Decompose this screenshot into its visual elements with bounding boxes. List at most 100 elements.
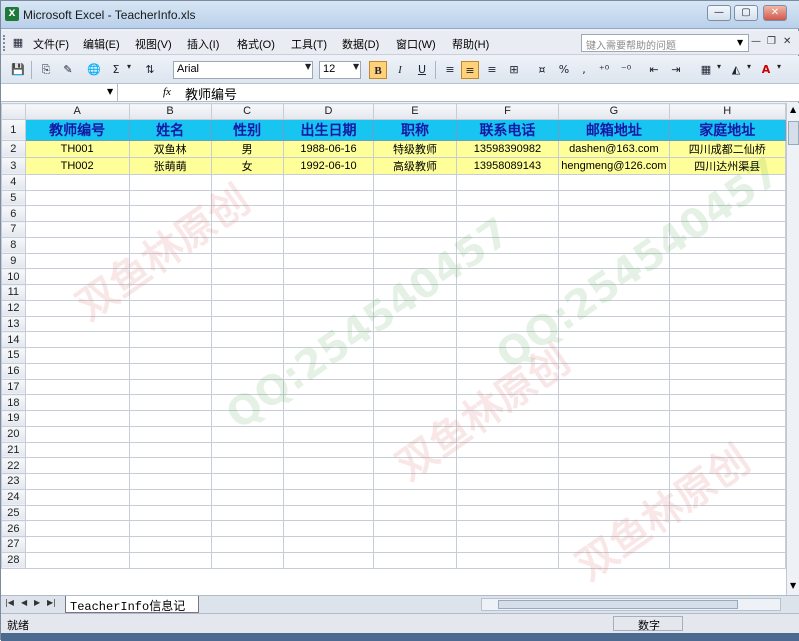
next-sheet-icon[interactable]: ▶: [34, 598, 40, 607]
row-header[interactable]: 14: [1, 331, 26, 348]
autosum-icon[interactable]: Σ: [107, 61, 125, 79]
increase-indent-icon[interactable]: ⇥: [667, 61, 685, 79]
cell[interactable]: [128, 536, 212, 553]
cell[interactable]: [558, 236, 670, 254]
borders-dropdown-icon[interactable]: ▾: [717, 62, 721, 71]
decrease-decimal-icon[interactable]: ⁻⁰: [617, 61, 635, 79]
minimize-button[interactable]: —: [707, 5, 731, 21]
cell[interactable]: [455, 347, 560, 364]
name-box-dropdown-icon[interactable]: ▼: [107, 87, 113, 96]
cell[interactable]: [455, 268, 560, 285]
cell[interactable]: [558, 284, 670, 301]
cell[interactable]: 1992-06-10: [282, 156, 375, 175]
fill-color-icon[interactable]: ◭: [727, 61, 745, 79]
cell[interactable]: [558, 205, 670, 222]
format-painter-icon[interactable]: ✎: [59, 61, 77, 79]
cell[interactable]: [282, 221, 375, 238]
cell[interactable]: [668, 425, 786, 443]
cell[interactable]: [668, 488, 786, 506]
underline-button[interactable]: U: [413, 61, 431, 79]
cell[interactable]: [128, 284, 212, 301]
cell[interactable]: [210, 268, 284, 285]
row-header[interactable]: 17: [1, 378, 26, 396]
cell[interactable]: [455, 488, 560, 506]
row-header[interactable]: 10: [1, 268, 26, 285]
row-header[interactable]: 6: [1, 205, 26, 222]
cell[interactable]: [373, 394, 457, 411]
cell[interactable]: [210, 520, 284, 537]
cell[interactable]: 女: [210, 156, 284, 175]
cell[interactable]: [128, 378, 212, 396]
cell[interactable]: [24, 488, 130, 506]
cell[interactable]: [668, 362, 786, 380]
menu-window[interactable]: 窗口(W): [396, 36, 436, 52]
cell[interactable]: [668, 173, 786, 191]
cell[interactable]: [558, 536, 670, 553]
cell[interactable]: [128, 551, 212, 569]
select-all-corner[interactable]: [1, 103, 26, 120]
row-header[interactable]: 19: [1, 410, 26, 427]
cell[interactable]: [128, 331, 212, 348]
cell[interactable]: [210, 347, 284, 364]
cell[interactable]: [373, 205, 457, 222]
comma-button[interactable]: ,: [575, 61, 593, 79]
fill-dropdown-icon[interactable]: ▾: [747, 62, 751, 71]
cell[interactable]: [373, 441, 457, 459]
cell[interactable]: [210, 284, 284, 301]
cell[interactable]: [128, 457, 212, 474]
cell[interactable]: [373, 221, 457, 238]
cell[interactable]: [668, 410, 786, 427]
cell[interactable]: [668, 378, 786, 396]
cell[interactable]: [558, 457, 670, 474]
cell[interactable]: [210, 221, 284, 238]
cell[interactable]: [282, 173, 375, 191]
row-header[interactable]: 9: [1, 252, 26, 270]
cell[interactable]: dashen@163.com: [558, 139, 670, 158]
cell[interactable]: [373, 473, 457, 490]
cell[interactable]: [373, 236, 457, 254]
menu-view[interactable]: 视图(V): [135, 36, 172, 52]
cell[interactable]: [373, 299, 457, 317]
column-header[interactable]: H: [668, 103, 786, 120]
merge-center-icon[interactable]: ⊞: [505, 61, 523, 79]
cell[interactable]: [24, 504, 130, 522]
sheet-tab[interactable]: TeacherInfo信息记录: [65, 596, 199, 631]
maximize-button[interactable]: ▢: [734, 5, 758, 21]
cell[interactable]: [210, 173, 284, 191]
cell[interactable]: [24, 221, 130, 238]
cell[interactable]: [282, 410, 375, 427]
cell[interactable]: [128, 299, 212, 317]
cell[interactable]: [282, 252, 375, 270]
cell[interactable]: [455, 394, 560, 411]
menu-edit[interactable]: 编辑(E): [83, 36, 120, 52]
cell[interactable]: [282, 536, 375, 553]
cell[interactable]: [558, 299, 670, 317]
font-name-select[interactable]: Arial: [173, 61, 313, 79]
cell[interactable]: [558, 488, 670, 506]
cell[interactable]: TH002: [24, 156, 130, 175]
cell[interactable]: [558, 221, 670, 238]
cell[interactable]: [558, 410, 670, 427]
cell[interactable]: [128, 394, 212, 411]
hscroll-thumb[interactable]: [498, 600, 738, 609]
cell[interactable]: 高级教师: [373, 156, 457, 175]
column-header[interactable]: G: [558, 103, 670, 120]
cell[interactable]: [128, 189, 212, 207]
cell[interactable]: [455, 252, 560, 270]
cell[interactable]: [558, 551, 670, 569]
percent-button[interactable]: %: [555, 61, 573, 79]
align-right-icon[interactable]: ≡: [483, 61, 501, 79]
cell[interactable]: [668, 189, 786, 207]
doc-restore-icon[interactable]: ❐: [767, 36, 776, 47]
cell[interactable]: [24, 205, 130, 222]
cell[interactable]: [210, 551, 284, 569]
cell[interactable]: [282, 315, 375, 333]
row-header[interactable]: 24: [1, 488, 26, 506]
cell[interactable]: [373, 504, 457, 522]
cell[interactable]: [210, 425, 284, 443]
cell[interactable]: [558, 378, 670, 396]
cell[interactable]: [24, 252, 130, 270]
cell[interactable]: [668, 504, 786, 522]
cell[interactable]: [128, 315, 212, 333]
cell[interactable]: [373, 189, 457, 207]
